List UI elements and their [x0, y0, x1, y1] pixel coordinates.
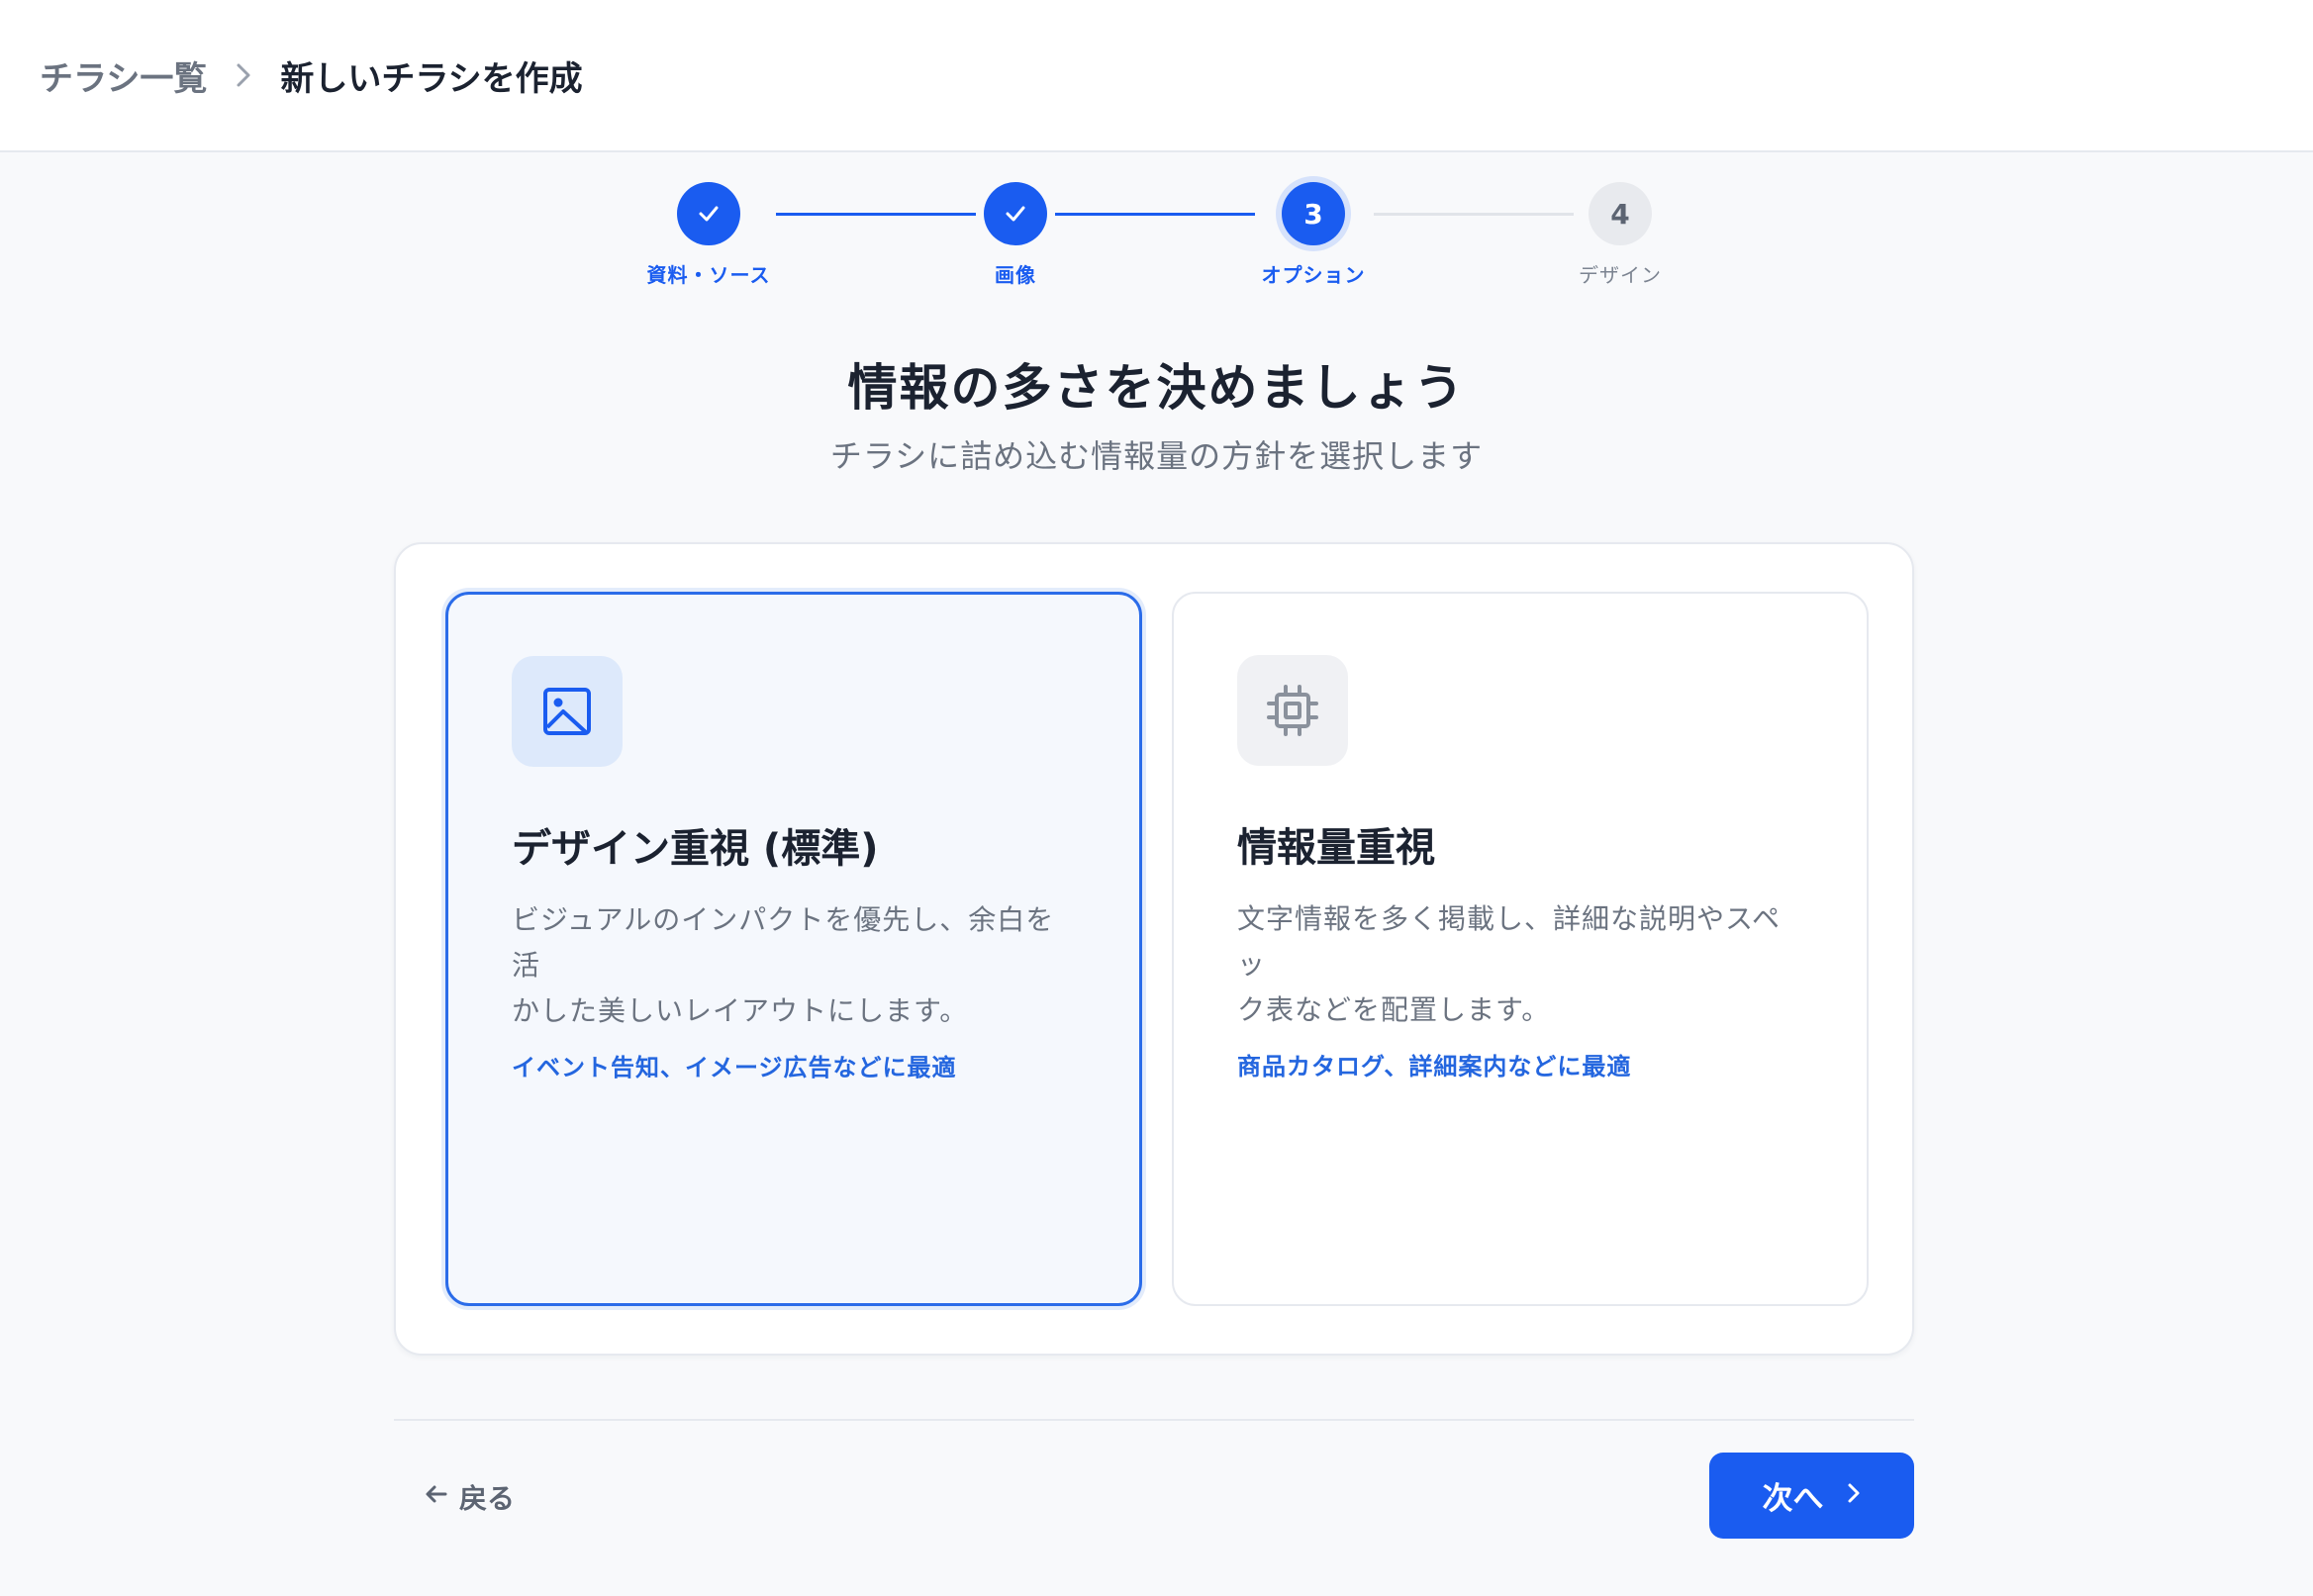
header-bar: チラシ一覧 新しいチラシを作成	[0, 0, 2313, 152]
check-icon	[677, 182, 740, 245]
step-3[interactable]: 3 オプション	[1214, 182, 1412, 288]
option-description-line: ビジュアルのインパクトを優先し、余白を活	[512, 903, 1055, 982]
option-description: ビジュアルのインパクトを優先し、余白を活 かした美しいレイアウトにします。	[512, 897, 1076, 1034]
next-button[interactable]: 次へ	[1709, 1453, 1914, 1539]
chevron-right-icon	[1846, 1478, 1862, 1514]
step-label: デザイン	[1579, 263, 1662, 287]
section-title: 情報の多さを決めましょう	[847, 359, 1466, 417]
step-1[interactable]: 資料・ソース	[610, 182, 808, 288]
back-button[interactable]: 戻る	[424, 1472, 515, 1522]
step-number: 3	[1282, 182, 1345, 245]
chevron-right-icon	[235, 61, 252, 89]
option-use-case: 商品カタログ、詳細案内などに最適	[1237, 1053, 1632, 1080]
options-panel: デザイン重視 (標準) ビジュアルのインパクトを優先し、余白を活 かした美しいレ…	[394, 542, 1914, 1356]
option-description: 文字情報を多く掲載し、詳細な説明やスペッ ク表などを配置します。	[1237, 896, 1803, 1033]
step-label: 資料・ソース	[646, 263, 771, 287]
page-title: 新しいチラシを作成	[280, 58, 583, 99]
option-description-line: ク表などを配置します。	[1237, 993, 1551, 1026]
check-icon	[984, 182, 1047, 245]
step-label: オプション	[1261, 263, 1366, 287]
option-title: デザイン重視 (標準)	[512, 826, 879, 872]
step-number: 4	[1589, 182, 1652, 245]
progress-stepper: 資料・ソース 画像 3 オプション 4 デザイン	[0, 182, 2313, 291]
back-button-label: 戻る	[459, 1482, 516, 1515]
option-description-line: かした美しいレイアウトにします。	[512, 994, 969, 1027]
section-subtitle: チラシに詰め込む情報量の方針を選択します	[829, 437, 1484, 475]
breadcrumb-parent-link[interactable]: チラシ一覧	[40, 51, 207, 100]
option-card-information[interactable]: 情報量重視 文字情報を多く掲載し、詳細な説明やスペッ ク表などを配置します。 商…	[1172, 592, 1869, 1306]
option-title: 情報量重視	[1237, 825, 1435, 871]
step-label: 画像	[995, 263, 1036, 287]
option-card-design[interactable]: デザイン重視 (標準) ビジュアルのインパクトを優先し、余白を活 かした美しいレ…	[445, 592, 1142, 1306]
image-icon	[512, 656, 623, 767]
chip-icon	[1237, 655, 1348, 766]
step-2[interactable]: 画像	[916, 182, 1114, 288]
step-4[interactable]: 4 デザイン	[1521, 182, 1719, 288]
arrow-left-icon	[424, 1481, 449, 1514]
next-button-label: 次へ	[1762, 1481, 1824, 1517]
option-use-case: イベント告知、イメージ広告などに最適	[512, 1054, 957, 1081]
footer-divider	[394, 1419, 1914, 1421]
option-description-line: 文字情報を多く掲載し、詳細な説明やスペッ	[1237, 902, 1782, 981]
